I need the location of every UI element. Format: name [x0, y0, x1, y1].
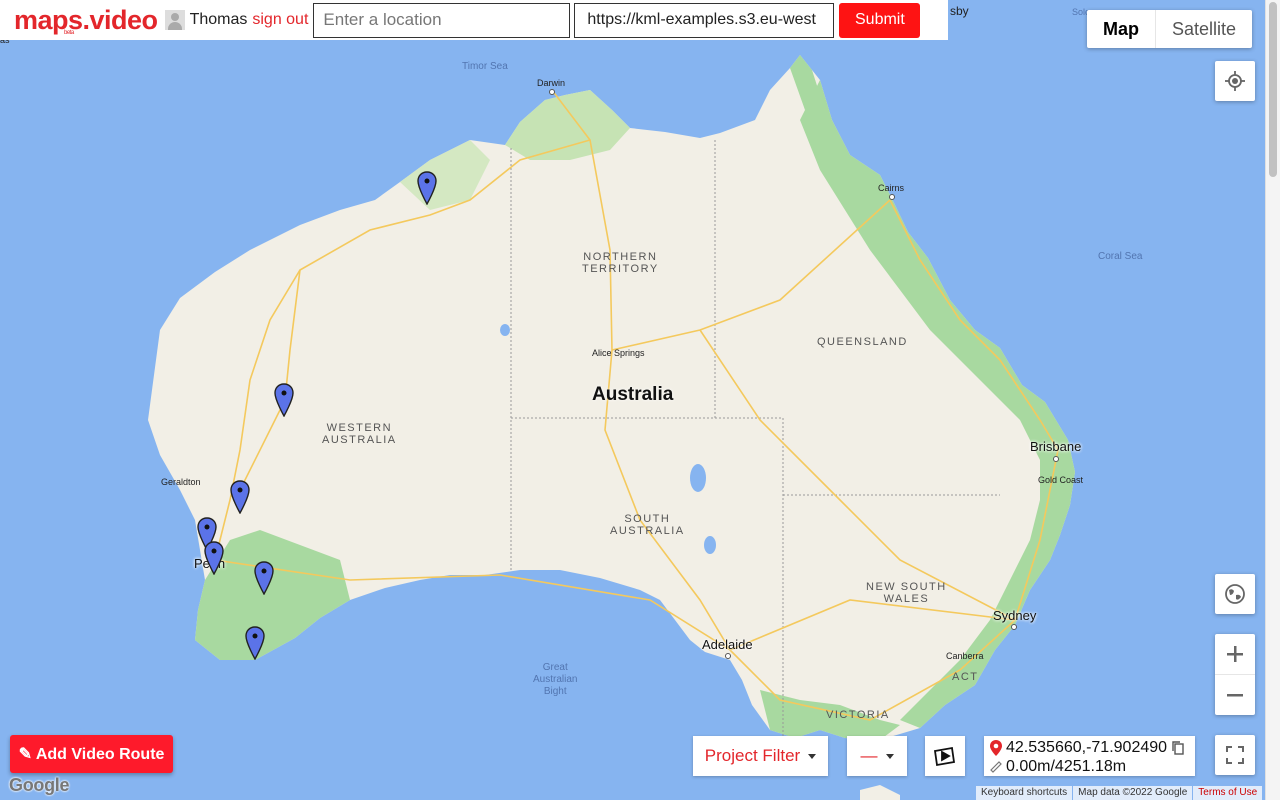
- caret-down-icon: [808, 753, 817, 759]
- zoom-out-button[interactable]: [1215, 675, 1255, 715]
- map-marker-pin-icon[interactable]: [274, 383, 294, 418]
- play-video-button[interactable]: [925, 736, 965, 776]
- globe-button[interactable]: [1215, 574, 1255, 614]
- city-dot: [549, 89, 555, 95]
- map-type-satellite-button[interactable]: Satellite: [1156, 10, 1252, 48]
- map-graphic: [0, 0, 1280, 800]
- video-play-icon: [933, 746, 956, 767]
- logo[interactable]: maps.video beta: [14, 5, 158, 36]
- google-logo: Google: [9, 775, 70, 795]
- caret-down-icon: [885, 753, 894, 759]
- map-data-text: Map data ©2022 Google: [1073, 786, 1193, 800]
- add-video-route-button[interactable]: ✎ Add Video Route: [10, 735, 173, 773]
- city-dot: [1011, 624, 1017, 630]
- city-dot: [1053, 456, 1059, 462]
- map-marker-pin-icon[interactable]: [254, 561, 274, 596]
- distance-value: 0.00m/4251.18m: [1006, 757, 1127, 775]
- globe-icon: [1225, 584, 1245, 604]
- top-bar: maps.video beta Thomas sign out Submit: [0, 0, 948, 40]
- map-marker-pin-icon[interactable]: [417, 171, 437, 206]
- my-location-button[interactable]: [1215, 61, 1255, 101]
- copy-icon[interactable]: [1171, 740, 1185, 756]
- submit-button[interactable]: Submit: [839, 2, 921, 38]
- map-type-map-button[interactable]: Map: [1087, 10, 1156, 48]
- terms-of-use-link[interactable]: Terms of Use: [1193, 786, 1263, 800]
- project-filter-dropdown[interactable]: Project Filter: [693, 736, 828, 776]
- sign-out-link[interactable]: sign out: [252, 11, 308, 29]
- kml-url-input[interactable]: [574, 2, 835, 38]
- map-pin-icon: [990, 739, 1002, 756]
- city-dot: [725, 653, 731, 659]
- fullscreen-button[interactable]: [1215, 735, 1255, 775]
- scrollbar[interactable]: [1265, 0, 1280, 800]
- city-dot: [889, 194, 895, 200]
- project-filter-label: Project Filter: [704, 746, 801, 765]
- ruler-icon: [990, 760, 1002, 773]
- beta-badge: beta: [64, 29, 74, 36]
- minus-icon: [1227, 693, 1243, 696]
- scrollbar-thumb[interactable]: [1269, 2, 1277, 177]
- map-marker-pin-icon[interactable]: [230, 480, 250, 515]
- plus-icon: [1227, 646, 1243, 662]
- zoom-control: [1215, 634, 1255, 715]
- map-marker-pin-icon[interactable]: [204, 541, 224, 576]
- fullscreen-icon: [1226, 746, 1244, 764]
- zoom-in-button[interactable]: [1215, 635, 1255, 675]
- map-attribution: Keyboard shortcuts Map data ©2022 Google…: [975, 786, 1263, 800]
- line-style-dropdown[interactable]: —: [847, 736, 907, 776]
- line-style-value: —: [860, 746, 878, 765]
- coordinates-value: 42.535660,-71.902490: [1006, 738, 1168, 756]
- location-input[interactable]: [313, 2, 571, 38]
- coordinates-panel: 42.535660,-71.902490 0.00m/4251.18m: [984, 736, 1195, 776]
- user-avatar-icon[interactable]: [164, 10, 185, 30]
- map-type-control: Map Satellite: [1087, 10, 1253, 48]
- crosshair-icon: [1225, 71, 1245, 91]
- map-canvas[interactable]: [0, 0, 1280, 800]
- username: Thomas: [189, 11, 248, 28]
- logo-text: maps.video: [14, 4, 158, 35]
- map-marker-pin-icon[interactable]: [245, 626, 265, 661]
- keyboard-shortcuts-link[interactable]: Keyboard shortcuts: [976, 786, 1073, 800]
